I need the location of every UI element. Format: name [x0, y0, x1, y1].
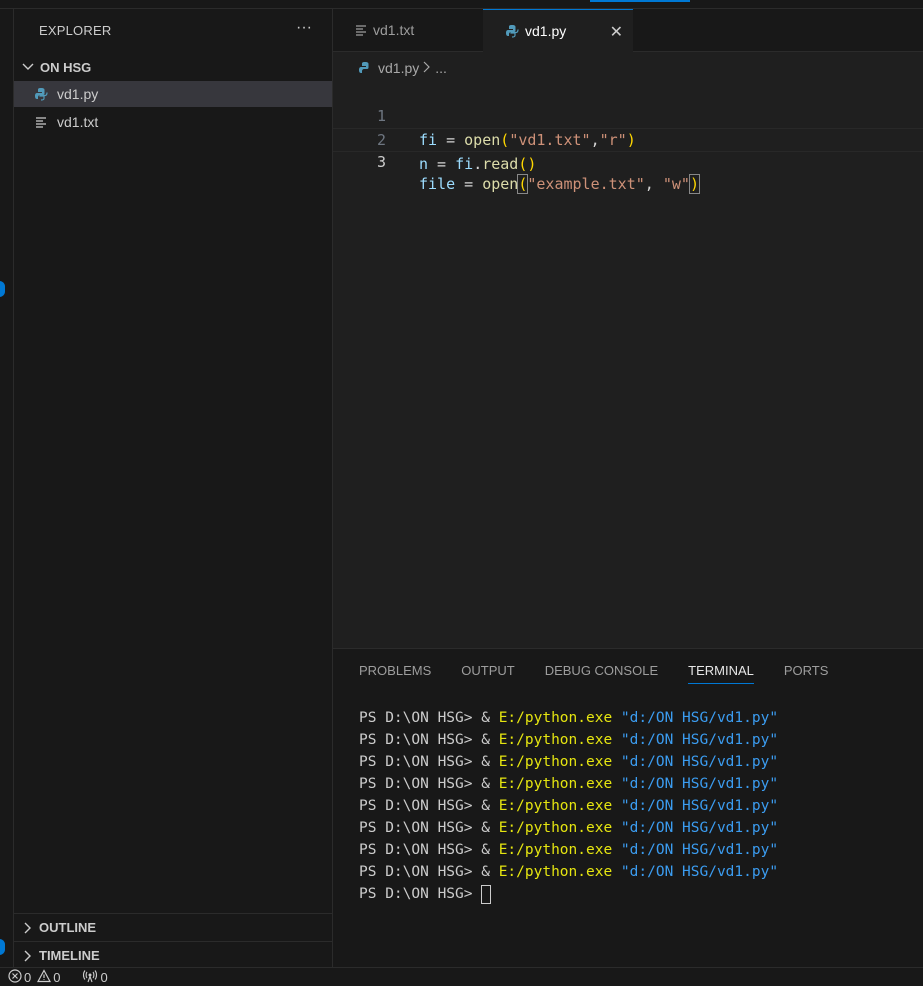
folder-header[interactable]: ON HSG	[14, 57, 332, 77]
terminal-line: PS D:\ON HSG> & E:/python.exe "d:/ON HSG…	[359, 798, 779, 814]
outline-label: OUTLINE	[39, 919, 97, 935]
terminal-line: PS D:\ON HSG> & E:/python.exe "d:/ON HSG…	[359, 754, 779, 770]
tab-label: vd1.txt	[373, 22, 415, 38]
python-file-icon	[358, 61, 372, 75]
status-bar: 0 0 0	[0, 967, 923, 986]
tab-ports[interactable]: PORTS	[784, 663, 829, 684]
terminal-line: PS D:\ON HSG> & E:/python.exe "d:/ON HSG…	[359, 820, 779, 836]
breadcrumb-file[interactable]: vd1.py	[378, 60, 419, 76]
timeline-section[interactable]: TIMELINE	[14, 941, 332, 968]
code-text: file = open("example.txt", "w")	[419, 174, 700, 194]
file-name: vd1.py	[57, 86, 99, 102]
problems-status[interactable]: 0 0	[6, 968, 61, 986]
more-actions-button[interactable]: ···	[296, 19, 312, 37]
text-file-icon	[355, 24, 367, 36]
python-file-icon	[505, 24, 519, 38]
title-accent	[590, 0, 690, 2]
explorer-sidebar: EXPLORER ··· ON HSG vd1.py vd1.txt OUTLI…	[14, 9, 333, 967]
error-count: 0	[24, 969, 32, 985]
python-file-icon	[34, 87, 48, 101]
code-line-current: 3 file = open("example.txt", "w")	[333, 128, 923, 194]
terminal-line: PS D:\ON HSG> & E:/python.exe "d:/ON HSG…	[359, 864, 779, 880]
explorer-title: EXPLORER	[39, 23, 112, 38]
terminal-prompt-line: PS D:\ON HSG>	[359, 883, 778, 905]
terminal-line: PS D:\ON HSG> & E:/python.exe "d:/ON HSG…	[359, 776, 779, 792]
tab-vd1-txt[interactable]: vd1.txt	[333, 9, 484, 51]
breadcrumb: vd1.py ...	[358, 58, 447, 78]
tab-label: vd1.py	[525, 23, 567, 39]
editor-tabs: vd1.txt vd1.py ✕	[333, 9, 923, 52]
chevron-right-icon	[23, 950, 33, 962]
tab-terminal[interactable]: TERMINAL	[688, 663, 754, 684]
terminal-line: PS D:\ON HSG> & E:/python.exe "d:/ON HSG…	[359, 842, 779, 858]
activity-badge	[0, 939, 5, 955]
code-line: 2 n = fi.read()	[333, 104, 923, 173]
terminal-line: PS D:\ON HSG> & E:/python.exe "d:/ON HSG…	[359, 732, 779, 748]
activity-badge	[0, 281, 5, 297]
file-item-vd1-txt[interactable]: vd1.txt	[14, 109, 332, 135]
timeline-label: TIMELINE	[39, 947, 100, 963]
folder-label: ON HSG	[40, 59, 92, 75]
close-icon[interactable]: ✕	[610, 22, 623, 42]
chevron-down-icon	[22, 62, 34, 72]
bottom-panel: PROBLEMS OUTPUT DEBUG CONSOLE TERMINAL P…	[333, 648, 923, 968]
line-number: 3	[376, 153, 386, 171]
tab-vd1-py[interactable]: vd1.py ✕	[483, 9, 633, 52]
ports-count: 0	[100, 969, 108, 985]
file-item-vd1-py[interactable]: vd1.py	[14, 81, 332, 107]
chevron-right-icon	[423, 60, 431, 76]
code-editor[interactable]: 1 fi = open("vd1.txt","r") 2 n = fi.read…	[333, 80, 923, 194]
tab-debug-console[interactable]: DEBUG CONSOLE	[545, 663, 658, 684]
activity-bar	[0, 9, 14, 967]
tab-output[interactable]: OUTPUT	[461, 663, 514, 684]
warning-icon	[37, 968, 52, 986]
outline-section[interactable]: OUTLINE	[14, 913, 332, 940]
text-file-icon	[34, 115, 48, 129]
title-bar	[0, 0, 923, 9]
chevron-right-icon	[23, 922, 33, 934]
file-name: vd1.txt	[57, 114, 99, 130]
warning-count: 0	[53, 969, 61, 985]
broadcast-icon	[82, 969, 98, 986]
ports-status[interactable]: 0	[80, 969, 108, 986]
terminal[interactable]: PS D:\ON HSG> & E:/python.exe "d:/ON HSG…	[359, 707, 778, 905]
panel-tabs: PROBLEMS OUTPUT DEBUG CONSOLE TERMINAL P…	[359, 663, 858, 684]
terminal-line: PS D:\ON HSG> & E:/python.exe "d:/ON HSG…	[359, 710, 779, 726]
code-line: 1 fi = open("vd1.txt","r")	[333, 80, 923, 149]
breadcrumb-symbol[interactable]: ...	[435, 60, 447, 76]
tab-problems[interactable]: PROBLEMS	[359, 663, 431, 684]
error-icon	[8, 968, 22, 986]
terminal-cursor	[481, 884, 492, 904]
